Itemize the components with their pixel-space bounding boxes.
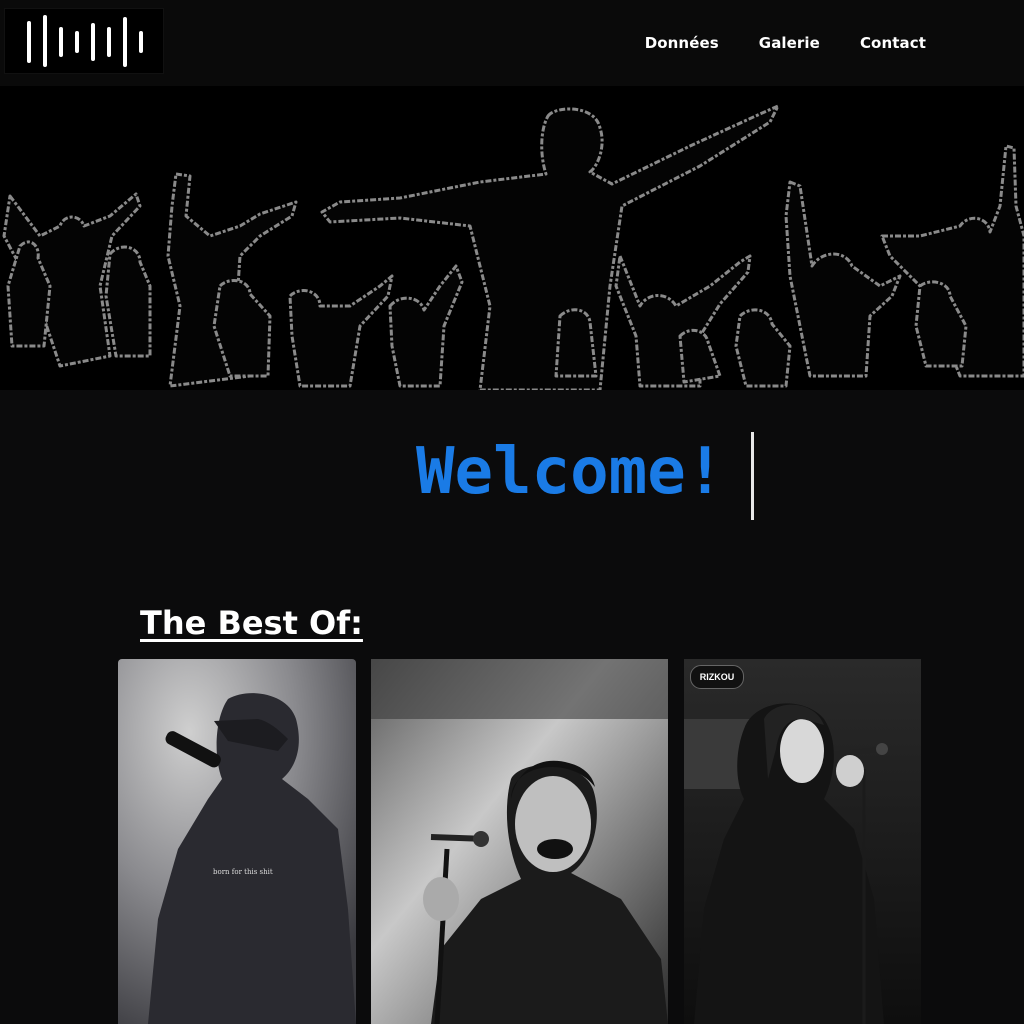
crowd-silhouette-image — [0, 86, 1024, 390]
welcome-heading: Welcome! — [416, 435, 725, 509]
soundwave-icon — [27, 15, 143, 67]
rapper-photo — [118, 659, 356, 1024]
navbar: Données Galerie Contact — [0, 0, 1024, 86]
singer-laughing-photo — [371, 659, 668, 1024]
logo[interactable] — [4, 8, 164, 74]
nav-link-galerie[interactable]: Galerie — [759, 34, 820, 52]
best-of-card-1[interactable]: born for this shit — [118, 659, 356, 1024]
best-of-card-3[interactable]: RIZKOU — [684, 659, 921, 1024]
hero-banner — [0, 86, 1024, 390]
rizkou-badge: RIZKOU — [690, 665, 744, 689]
best-of-card-2[interactable] — [371, 659, 668, 1024]
nav-link-contact[interactable]: Contact — [860, 34, 926, 52]
best-of-title: The Best Of: — [140, 604, 363, 642]
card-caption: born for this shit — [213, 868, 273, 876]
typing-caret — [751, 432, 754, 520]
welcome-banner: Welcome! — [0, 432, 1024, 522]
main-nav: Données Galerie Contact — [645, 34, 926, 52]
female-singer-photo — [684, 659, 921, 1024]
nav-link-donnees[interactable]: Données — [645, 34, 719, 52]
